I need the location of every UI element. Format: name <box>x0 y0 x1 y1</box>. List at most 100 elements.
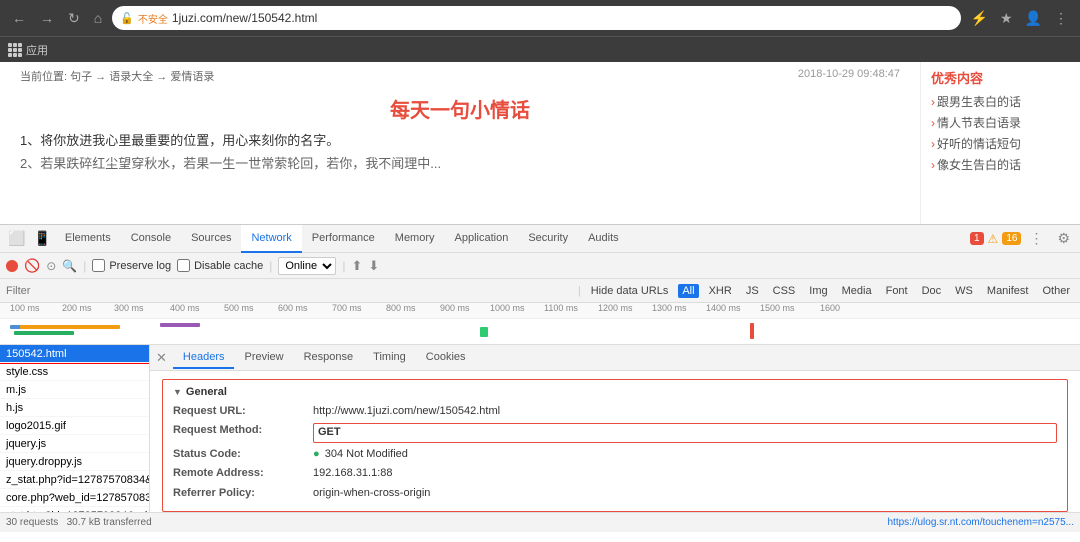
file-item-7[interactable]: jquery.droppy.js <box>0 453 149 471</box>
file-item-8[interactable]: z_stat.php?id=12787570834&... <box>0 471 149 489</box>
filter-other[interactable]: Other <box>1038 284 1074 298</box>
referrer-policy-row: Referrer Policy: origin-when-cross-origi… <box>173 486 1057 501</box>
timeline-bars <box>0 319 1080 345</box>
timeline-mark-300: 300 ms <box>114 303 144 313</box>
export-icon[interactable]: ⬇ <box>368 258 379 274</box>
filter-all[interactable]: All <box>678 284 698 298</box>
menu-icon[interactable]: ⋮ <box>1050 8 1072 29</box>
tab-sources[interactable]: Sources <box>181 225 241 253</box>
file-item-5[interactable]: logo2015.gif <box>0 417 149 435</box>
close-panel-button[interactable]: ✕ <box>150 348 173 368</box>
tab-elements[interactable]: Elements <box>55 225 121 253</box>
browser-chrome: ← → ↻ ⌂ 🔓 不安全 1juzi.com/new/150542.html … <box>0 0 1080 36</box>
dt-settings-icon[interactable]: ⚙ <box>1051 230 1076 247</box>
filter-manifest[interactable]: Manifest <box>983 284 1033 298</box>
reload-button[interactable]: ↻ <box>64 8 84 29</box>
tab-console[interactable]: Console <box>121 225 181 253</box>
footer-requests: 30 requests 30.7 kB transferred <box>6 517 152 528</box>
rp-tab-response[interactable]: Response <box>294 347 364 369</box>
bookmark-icon[interactable]: ★ <box>996 8 1017 29</box>
tab-audits[interactable]: Audits <box>578 225 629 253</box>
sidebar-link-4[interactable]: 像女生告白的话 <box>931 156 1070 173</box>
disable-cache-checkbox[interactable]: Disable cache <box>177 259 263 272</box>
devtools-footer: 30 requests 30.7 kB transferred https://… <box>0 512 1080 532</box>
tab-performance[interactable]: Performance <box>302 225 385 253</box>
file-item-2[interactable]: style.css <box>0 363 149 381</box>
rp-tabs: ✕ Headers Preview Response Timing Cookie… <box>150 345 1080 371</box>
rp-tab-headers[interactable]: Headers <box>173 347 235 369</box>
address-bar[interactable]: 🔓 不安全 1juzi.com/new/150542.html <box>112 6 960 30</box>
apps-button[interactable]: 应用 <box>8 42 48 58</box>
footer-link[interactable]: https://ulog.sr.nt.com/touchenem=n2575..… <box>887 517 1074 528</box>
import-icon[interactable]: ⬆ <box>351 258 362 274</box>
back-button[interactable]: ← <box>8 8 30 28</box>
page-title: 每天一句小情话 <box>20 94 900 123</box>
tab-application[interactable]: Application <box>445 225 519 253</box>
timeline-mark-1000: 1000 ms <box>490 303 525 313</box>
request-url-label: Request URL: <box>173 404 313 419</box>
account-icon[interactable]: 👤 <box>1021 8 1046 29</box>
filter-hide-data-urls[interactable]: Hide data URLs <box>587 284 673 298</box>
preserve-log-checkbox[interactable]: Preserve log <box>92 259 171 272</box>
timeline-mark-1300: 1300 ms <box>652 303 687 313</box>
request-url-value: http://www.1juzi.com/new/150542.html <box>313 404 1057 419</box>
timeline: 100 ms 200 ms 300 ms 400 ms 500 ms 600 m… <box>0 303 1080 345</box>
timeline-mark-1500: 1500 ms <box>760 303 795 313</box>
sidebar-link-3[interactable]: 好听的情话短句 <box>931 135 1070 152</box>
file-item-6[interactable]: jquery.js <box>0 435 149 453</box>
request-method-row: Request Method: GET <box>173 423 1057 442</box>
separator-1: | <box>83 259 86 273</box>
clear-button[interactable]: 🚫 <box>24 258 40 274</box>
request-method-value: GET <box>313 423 1057 442</box>
extensions-icon[interactable]: ⚡ <box>967 8 992 29</box>
security-icon: 🔓 <box>120 12 134 25</box>
throttle-select[interactable]: Online <box>278 257 336 275</box>
network-toolbar: 🚫 ⊙ 🔍 | Preserve log Disable cache | Onl… <box>0 253 1080 279</box>
status-code-value: ● 304 Not Modified <box>313 447 1057 462</box>
search-icon[interactable]: 🔍 <box>62 259 77 273</box>
rp-tab-cookies[interactable]: Cookies <box>416 347 476 369</box>
timeline-mark-500: 500 ms <box>224 303 254 313</box>
tab-network[interactable]: Network <box>241 225 301 253</box>
file-item-1[interactable]: 150542.html <box>0 345 149 363</box>
filter-input[interactable] <box>6 285 572 297</box>
content-line-1: 1、将你放进我心里最重要的位置，用心来刻你的名字。 <box>20 129 900 152</box>
url-text: 1juzi.com/new/150542.html <box>172 11 953 25</box>
filter-doc[interactable]: Doc <box>918 284 946 298</box>
timeline-bar-5 <box>480 327 488 337</box>
devtools-device-icon[interactable]: 📱 <box>29 230 54 247</box>
filter-font[interactable]: Font <box>882 284 912 298</box>
tab-memory[interactable]: Memory <box>385 225 445 253</box>
apps-icon <box>8 43 22 57</box>
record-button[interactable] <box>6 260 18 272</box>
referrer-policy-value: origin-when-cross-origin <box>313 486 1057 501</box>
file-item-3[interactable]: m.js <box>0 381 149 399</box>
rp-tab-preview[interactable]: Preview <box>234 347 293 369</box>
filter-xhr[interactable]: XHR <box>705 284 736 298</box>
timestamp: 2018-10-29 09:48:47 <box>798 68 900 80</box>
file-item-4[interactable]: h.js <box>0 399 149 417</box>
tab-security[interactable]: Security <box>518 225 578 253</box>
filter-bar: | Hide data URLs All XHR JS CSS Img Medi… <box>0 279 1080 303</box>
timeline-mark-1200: 1200 ms <box>598 303 633 313</box>
timeline-mark-1100: 1100 ms <box>544 303 578 313</box>
rp-tab-timing[interactable]: Timing <box>363 347 416 369</box>
dt-more-icon[interactable]: ⋮ <box>1025 230 1047 247</box>
timeline-mark-800: 800 ms <box>386 303 416 313</box>
filter-media[interactable]: Media <box>838 284 876 298</box>
devtools-inspect-icon[interactable]: ⬜ <box>4 230 29 247</box>
remote-address-row: Remote Address: 192.168.31.1:88 <box>173 466 1057 481</box>
file-item-9[interactable]: core.php?web_id=127857083... <box>0 489 149 507</box>
forward-button[interactable]: → <box>36 8 58 28</box>
filter-img[interactable]: Img <box>805 284 831 298</box>
right-panel: ✕ Headers Preview Response Timing Cookie… <box>150 345 1080 512</box>
filter-ws[interactable]: WS <box>951 284 977 298</box>
filter-css[interactable]: CSS <box>769 284 800 298</box>
filter-js[interactable]: JS <box>742 284 763 298</box>
timeline-mark-100: 100 ms <box>10 303 40 313</box>
sidebar-link-1[interactable]: 跟男生表白的话 <box>931 93 1070 110</box>
timeline-bar-3 <box>20 325 120 329</box>
sidebar-link-2[interactable]: 情人节表白语录 <box>931 114 1070 131</box>
home-button[interactable]: ⌂ <box>90 8 106 28</box>
filter-icon[interactable]: ⊙ <box>46 259 56 273</box>
